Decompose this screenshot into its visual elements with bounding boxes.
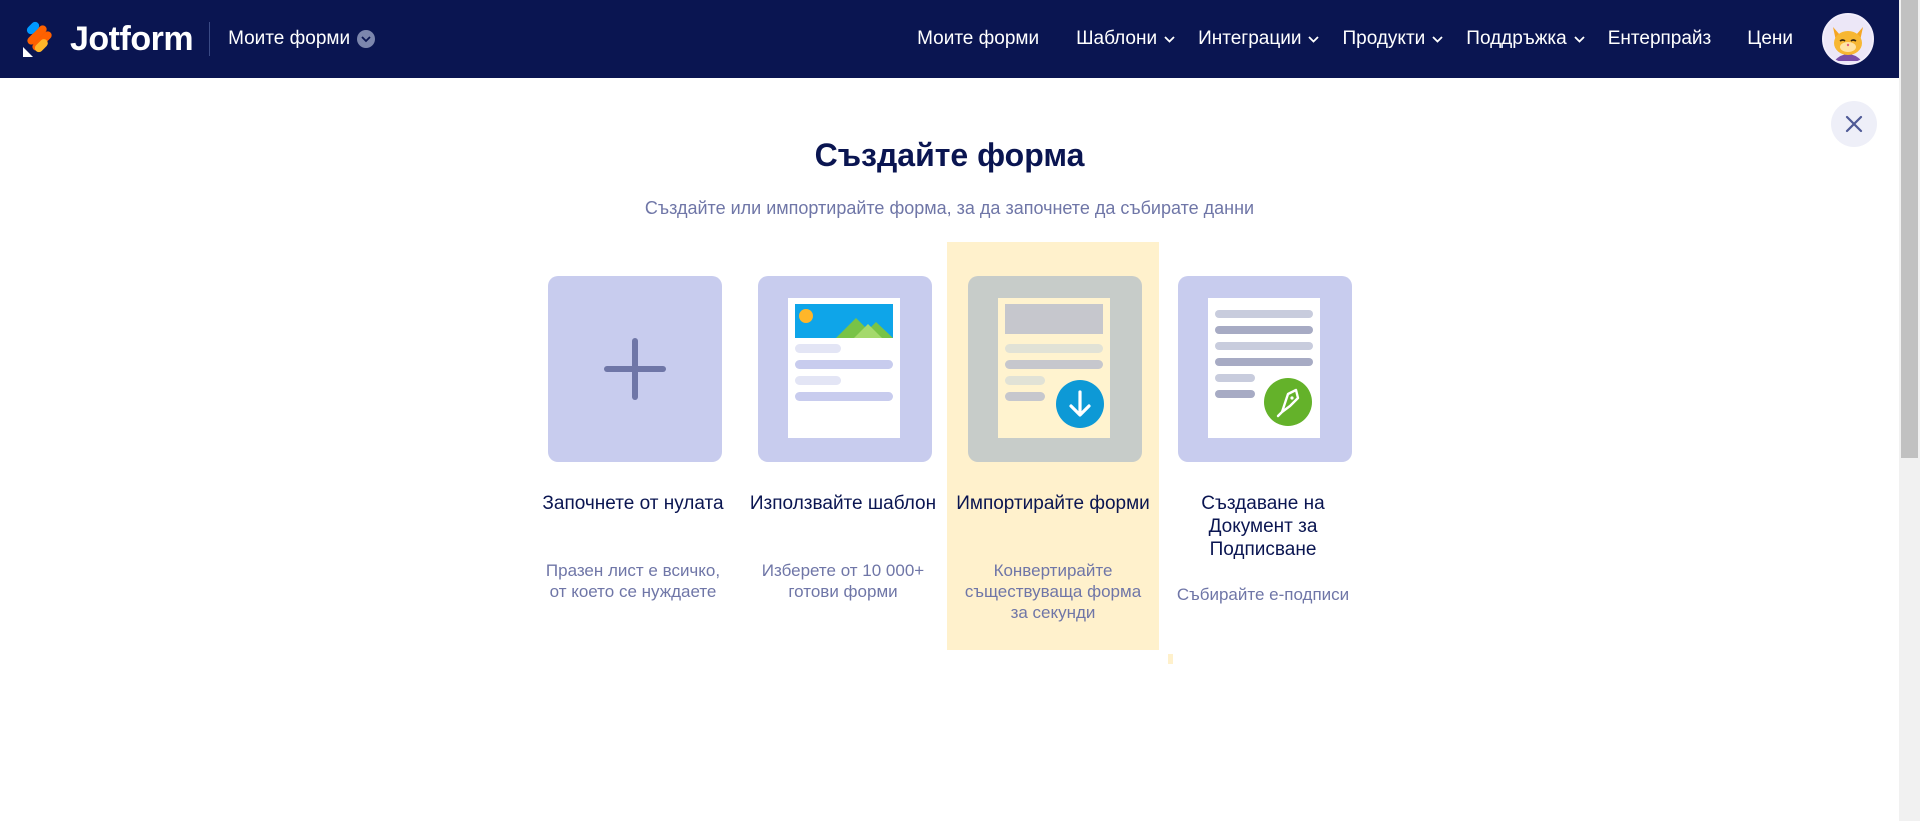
nav-integrations[interactable]: Интеграции <box>1198 28 1320 50</box>
card-description: Събирайте е-подписи <box>1176 585 1350 604</box>
start-from-scratch-card[interactable]: Започнете от нулата Празен лист е всичко… <box>527 242 739 650</box>
highlight-marker <box>1168 654 1173 664</box>
jotform-logo-icon <box>22 20 56 58</box>
cat-avatar-icon <box>1824 15 1872 63</box>
card-title: Импортирайте форми <box>956 493 1150 514</box>
my-forms-switcher[interactable]: Моите форми <box>228 28 376 50</box>
user-avatar[interactable] <box>1822 13 1874 65</box>
chevron-down-icon <box>1308 35 1320 43</box>
template-document-icon <box>788 298 900 438</box>
nav-enterprise-label: Ентерпрайз <box>1607 28 1712 49</box>
nav-my-forms[interactable]: Моите форми <box>917 28 1039 50</box>
chevron-down-icon <box>357 30 376 48</box>
nav-support-label: Поддръжка <box>1466 28 1567 49</box>
chevron-down-icon <box>1432 35 1443 43</box>
sign-document-icon <box>1208 298 1320 438</box>
page-scrollbar[interactable] <box>1899 0 1920 821</box>
sign-document-card[interactable]: Създаване на Документ за Подписване Съби… <box>1157 242 1369 650</box>
card-tile <box>1178 276 1352 462</box>
scrollbar-thumb[interactable] <box>1901 0 1918 458</box>
card-tile <box>758 276 932 462</box>
card-title: Използвайте шаблон <box>749 493 937 514</box>
nav-integrations-label: Интеграции <box>1198 28 1302 49</box>
jotform-logo-link[interactable]: Jotform <box>22 0 194 78</box>
chevron-down-icon <box>1164 35 1175 43</box>
nav-pricing-label: Цени <box>1747 28 1793 49</box>
card-title: Създаване на Документ за Подписване <box>1201 493 1325 560</box>
card-tile <box>968 276 1142 462</box>
card-title: Започнете от нулата <box>542 493 724 514</box>
import-forms-card[interactable]: Импортирайте форми Конвертирайте съществ… <box>947 242 1159 650</box>
page-subtitle: Създайте или импортирайте форма, за да з… <box>644 198 1255 218</box>
card-description: Празен лист е всичко, от което се нуждае… <box>545 561 721 601</box>
nav-pricing[interactable]: Цени <box>1747 28 1793 50</box>
nav-templates[interactable]: Шаблони <box>1076 28 1175 50</box>
close-icon <box>1845 115 1863 133</box>
card-description: Изберете от 10 000+ готови форми <box>761 561 925 601</box>
brand-divider <box>209 22 211 56</box>
nav-products[interactable]: Продукти <box>1342 28 1443 50</box>
top-navigation-bar: Jotform Моите форми Моите форми Шаблони … <box>0 0 1899 78</box>
main-nav: Моите форми Шаблони Интеграции Продукти … <box>917 0 1899 78</box>
nav-my-forms-label: Моите форми <box>917 28 1040 49</box>
nav-enterprise[interactable]: Ентерпрайз <box>1608 28 1712 50</box>
import-document-icon <box>998 298 1110 438</box>
page-title: Създайте форма <box>814 137 1085 173</box>
my-forms-switcher-label: Моите форми <box>228 28 351 49</box>
card-tile <box>548 276 722 462</box>
chevron-down-icon <box>1574 35 1585 43</box>
nav-products-label: Продукти <box>1342 28 1426 49</box>
card-description: Конвертирайте съществуваща форма за секу… <box>964 561 1142 622</box>
plus-icon <box>604 338 666 400</box>
nav-support[interactable]: Поддръжка <box>1466 28 1585 50</box>
nav-templates-label: Шаблони <box>1076 28 1158 49</box>
brand-name: Jotform <box>70 19 194 58</box>
use-template-card[interactable]: Използвайте шаблон Изберете от 10 000+ г… <box>737 242 949 650</box>
